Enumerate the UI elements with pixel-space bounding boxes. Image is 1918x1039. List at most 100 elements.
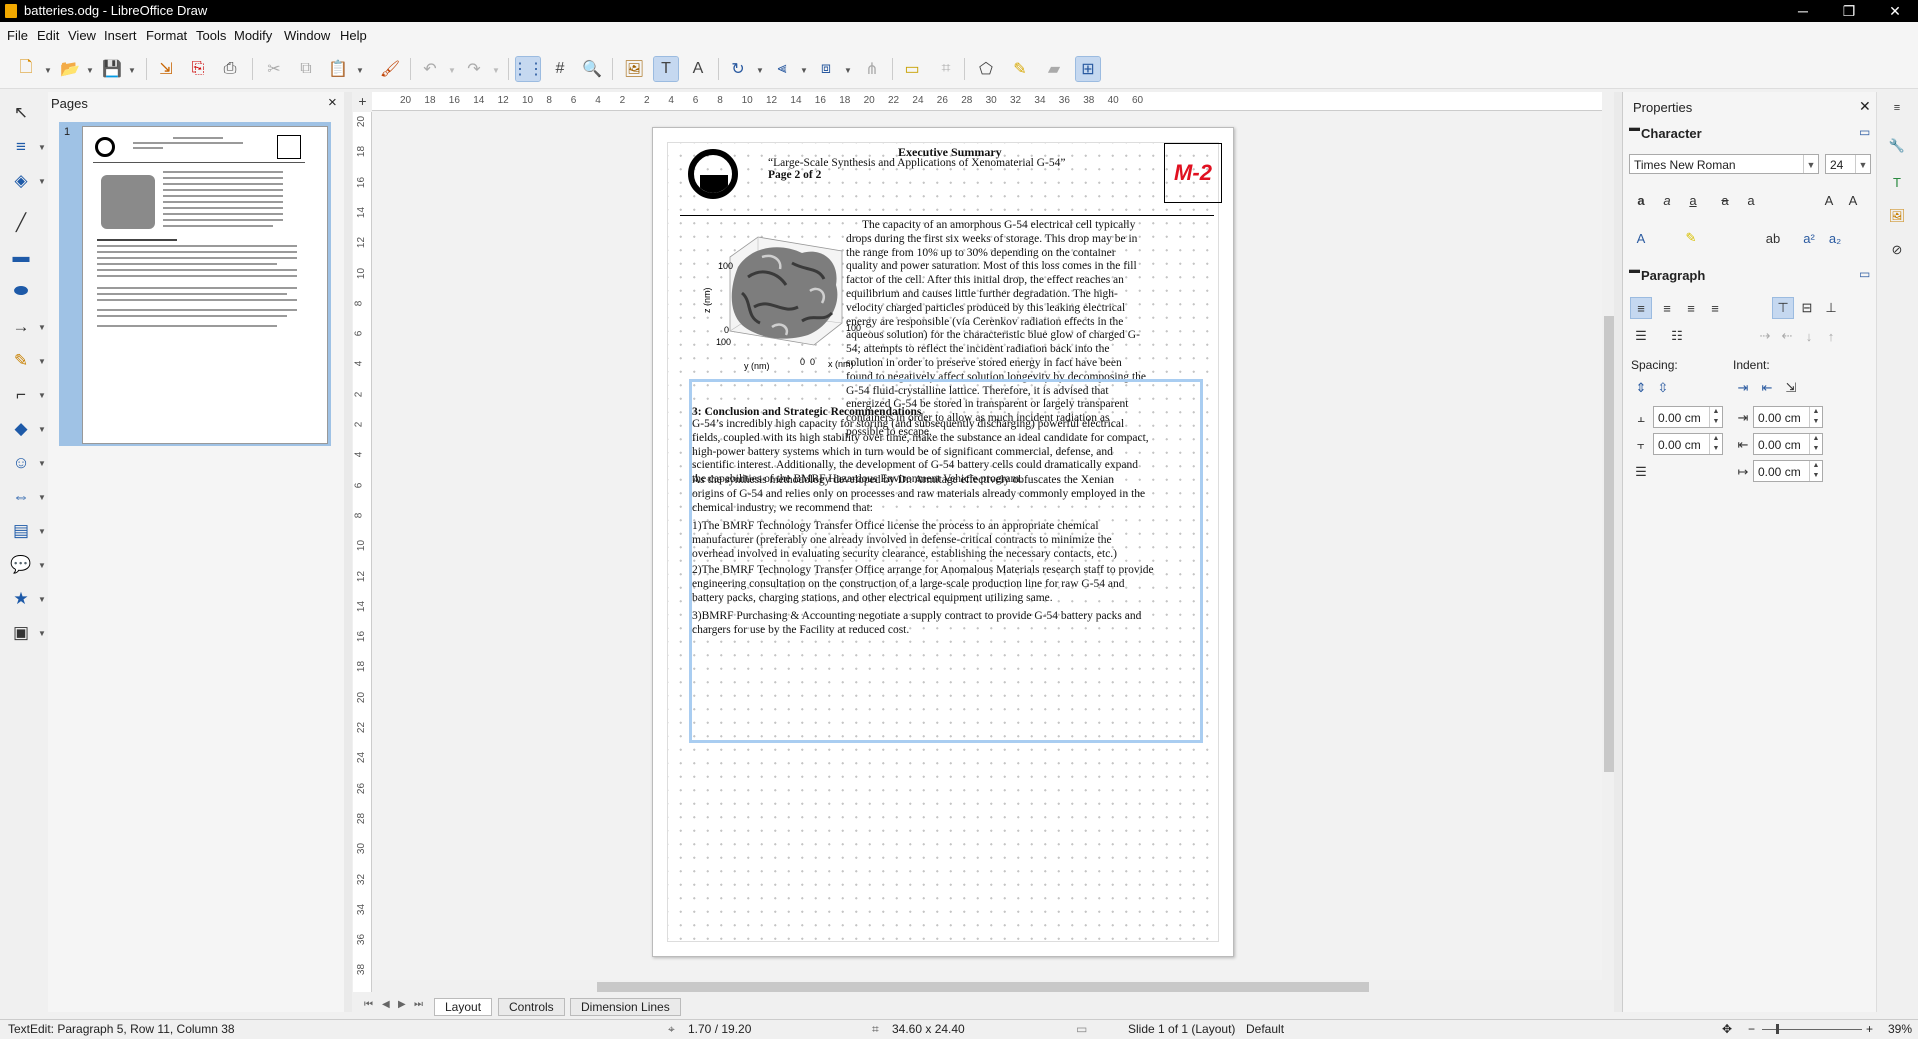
sidebar-close-icon[interactable]: ✕ (1859, 98, 1871, 115)
menu-modify[interactable]: Modify (234, 28, 272, 43)
redo-icon[interactable]: ↷ (462, 57, 486, 81)
insert-textbox-icon[interactable]: T (653, 56, 679, 82)
properties-tab-icon[interactable]: 🔧 (1887, 136, 1907, 156)
shadow-icon[interactable]: ▭ (900, 57, 924, 81)
superscript-icon[interactable]: a² (1799, 228, 1819, 248)
highlight-color-icon[interactable]: ✎ (1681, 228, 1701, 248)
menu-file[interactable]: File (7, 28, 28, 43)
zoom-slider-handle[interactable] (1776, 1024, 1779, 1034)
menu-edit[interactable]: Edit (37, 28, 59, 43)
collapse-icon[interactable]: ▬ (1629, 122, 1640, 134)
line-color-icon[interactable]: ≡ ▼ (8, 134, 46, 160)
chevron-down-icon[interactable]: ▼ (1855, 155, 1870, 173)
vertical-ruler[interactable]: 20 18 16 14 12 10 8 6 4 2 2 4 6 8 10 12 14 16 18 20 22 24 26 28… (353, 112, 372, 992)
italic-icon[interactable]: a (1657, 190, 1677, 210)
tab-controls[interactable]: Controls (498, 998, 565, 1016)
menu-help[interactable]: Help (340, 28, 367, 43)
bullets-icon[interactable]: ☰ (1631, 326, 1651, 346)
align-center-icon[interactable]: ≡ (1657, 298, 1677, 318)
more-options-icon[interactable]: ▭ (1859, 267, 1870, 281)
chevron-down-icon[interactable]: ▼ (492, 66, 500, 75)
move-up-icon[interactable]: ↑ (1821, 326, 1841, 346)
close-window-button[interactable]: ✕ (1872, 0, 1918, 22)
document-modified-icon[interactable]: ▭ (1076, 1022, 1087, 1036)
zoom-out-icon[interactable]: − (1748, 1022, 1755, 1036)
styles-tab-icon[interactable]: T (1887, 172, 1907, 192)
clone-formatting-icon[interactable]: 🖌 (378, 57, 402, 81)
decrease-indent-icon[interactable]: ⇤ (1757, 378, 1777, 398)
menu-window[interactable]: Window (284, 28, 330, 43)
line-icon[interactable]: ╱ (8, 210, 34, 236)
spin-arrows-icon[interactable]: ▲ ▼ (1809, 461, 1822, 481)
chevron-down-icon[interactable]: ▼ (844, 66, 852, 75)
bold-icon[interactable]: a (1631, 190, 1651, 210)
basic-shapes-icon[interactable]: ◆ ▼ (8, 416, 45, 442)
show-draw-functions-icon[interactable]: ⊞ (1075, 56, 1101, 82)
undo-icon[interactable]: ↶ (418, 57, 442, 81)
align-left-icon[interactable]: ≡ (1630, 297, 1652, 319)
align-middle-icon[interactable]: ⊟ (1797, 298, 1817, 318)
shadow-text-icon[interactable]: a (1741, 190, 1761, 210)
print-icon[interactable]: ⎙ (218, 57, 242, 81)
chevron-down-icon[interactable]: ▼ (128, 66, 136, 75)
spin-arrows-icon[interactable]: ▲ ▼ (1809, 434, 1822, 454)
menu-tools[interactable]: Tools (196, 28, 226, 43)
curves-icon[interactable]: ✎ ▼ (8, 348, 46, 374)
ruler-origin-icon[interactable]: + (354, 93, 371, 110)
line-spacing-icon[interactable]: ☰ (1631, 462, 1651, 482)
chevron-down-icon[interactable]: ▼ (448, 66, 456, 75)
more-options-icon[interactable]: ▭ (1859, 125, 1870, 139)
chevron-down-icon[interactable]: ▼ (44, 66, 52, 75)
3d-objects-icon[interactable]: ▣ ▼ (8, 620, 46, 646)
promote-icon[interactable]: ⇠ (1777, 326, 1797, 346)
font-name-box[interactable]: Times New Roman ▼ (1629, 154, 1819, 174)
save-icon[interactable]: 💾 (100, 57, 124, 81)
symbol-shapes-icon[interactable]: ☺ ▼ (8, 450, 46, 476)
prev-tab-icon[interactable]: ◀ (382, 999, 390, 1010)
toggle-extrusion-icon[interactable]: ▰ (1042, 57, 1066, 81)
after-text-indent-field[interactable]: 0.00 cm ▲ ▼ (1753, 433, 1823, 455)
sidebar-splitter[interactable] (1614, 92, 1622, 1012)
shrink-font-icon[interactable]: A (1843, 190, 1863, 210)
first-tab-icon[interactable]: ⏮ (364, 999, 373, 1010)
transformations-icon[interactable]: ↻ (726, 57, 750, 81)
demote-icon[interactable]: ⇢ (1755, 326, 1775, 346)
insert-image-icon[interactable]: 🖼 (622, 57, 646, 81)
character-spacing-icon[interactable]: ab (1763, 228, 1783, 248)
restore-button[interactable]: ❐ (1826, 0, 1872, 22)
stars-icon[interactable]: ★ ▼ (8, 586, 46, 612)
grow-font-icon[interactable]: A (1819, 190, 1839, 210)
font-color-icon[interactable]: A (1631, 228, 1651, 248)
minimize-button[interactable]: ─ (1780, 0, 1826, 22)
tab-layout[interactable]: Layout (434, 998, 493, 1016)
font-size-box[interactable]: 24 ▼ (1825, 154, 1871, 174)
paste-icon[interactable]: 📋 (326, 57, 350, 81)
chevron-down-icon[interactable]: ▼ (756, 66, 764, 75)
align-top-icon[interactable]: ⊤ (1772, 297, 1794, 319)
above-spacing-field[interactable]: 0.00 cm ▲ ▼ (1653, 406, 1723, 428)
align-objects-icon[interactable]: ⫷ (770, 57, 794, 81)
menu-insert[interactable]: Insert (104, 28, 137, 43)
chevron-down-icon[interactable]: ▼ (356, 66, 364, 75)
rectangle-icon[interactable]: ▬ (8, 244, 34, 270)
insert-fontwork-icon[interactable]: A (686, 57, 710, 81)
decrease-spacing-icon[interactable]: ⇳ (1653, 378, 1673, 398)
spin-arrows-icon[interactable]: ▲ ▼ (1709, 407, 1722, 427)
fill-color-icon[interactable]: ◈ ▼ (8, 168, 45, 194)
justify-icon[interactable]: ≡ (1705, 298, 1725, 318)
select-arrow-icon[interactable]: ↖ (8, 100, 34, 126)
lines-arrows-icon[interactable]: → ▼ (8, 314, 46, 340)
drawing-page[interactable]: Executive Summary “Large-Scale Synthesis… (652, 127, 1234, 957)
increase-spacing-icon[interactable]: ⇕ (1631, 378, 1651, 398)
spin-arrows-icon[interactable]: ▲ ▼ (1709, 434, 1722, 454)
navigator-tab-icon[interactable]: ⊘ (1887, 240, 1907, 260)
move-down-icon[interactable]: ↓ (1799, 326, 1819, 346)
horizontal-scrollbar-thumb[interactable] (597, 982, 1369, 992)
underline-icon[interactable]: a (1683, 190, 1703, 210)
gallery-tab-icon[interactable]: 🖼 (1887, 206, 1907, 226)
fit-page-icon[interactable]: ✥ (1722, 1022, 1732, 1036)
open-folder-icon[interactable]: 📂 (58, 57, 82, 81)
drawing-canvas[interactable]: Executive Summary “Large-Scale Synthesis… (372, 111, 1602, 980)
next-tab-icon[interactable]: ▶ (398, 999, 406, 1010)
text-frame-selected[interactable]: 3: Conclusion and Strategic Recommendati… (689, 379, 1203, 743)
